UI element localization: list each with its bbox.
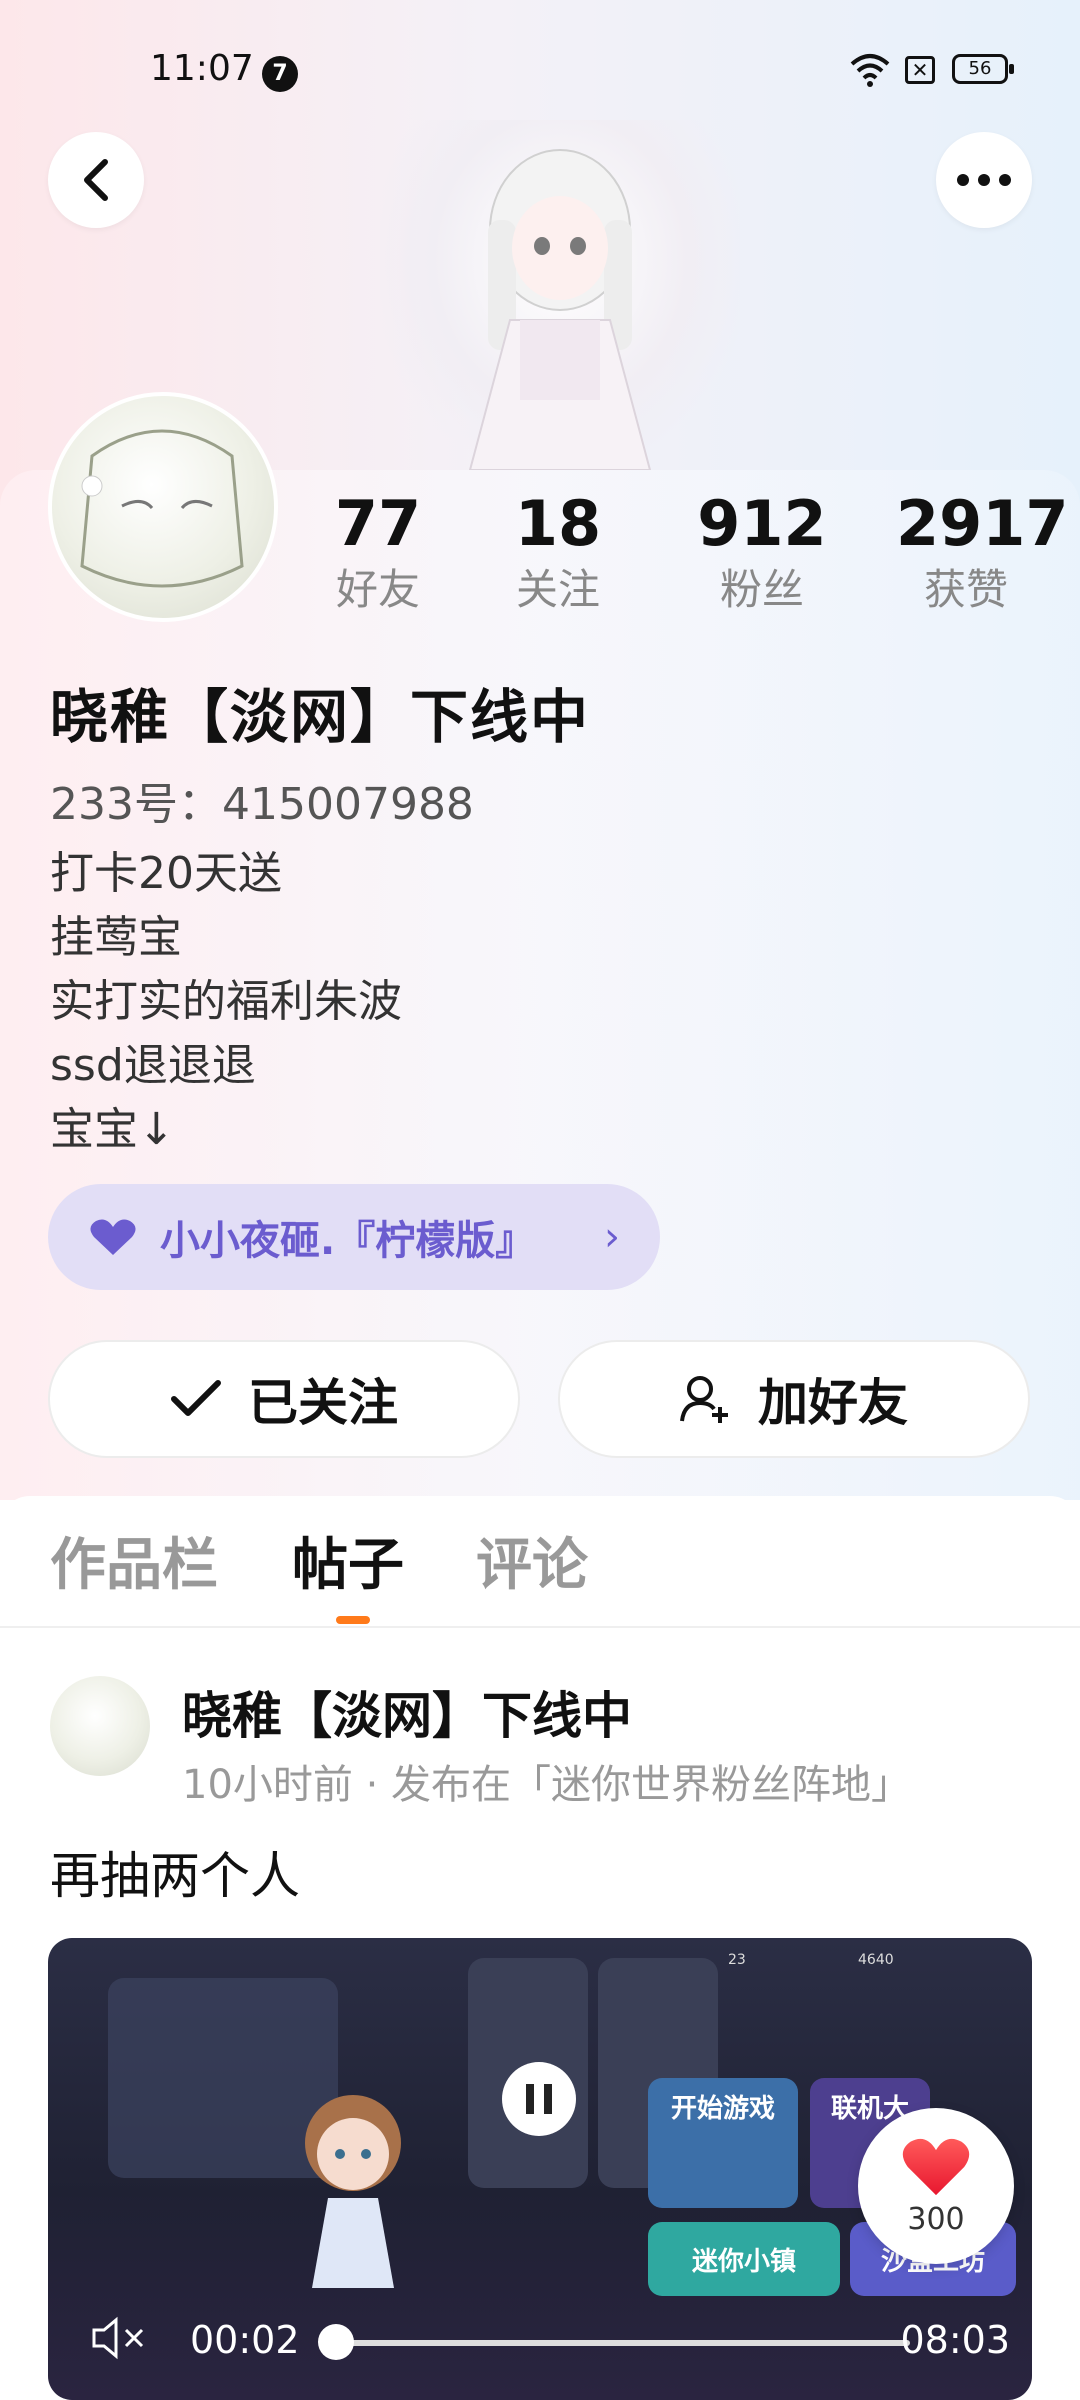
back-button[interactable]	[48, 132, 144, 228]
stat-label: 获赞	[923, 565, 1008, 614]
mini-town-button[interactable]: 迷你小镇	[648, 2222, 840, 2296]
active-tab-indicator	[336, 1616, 370, 1624]
post-meta: 10小时前 · 发布在「迷你世界粉丝阵地」	[182, 1762, 912, 1808]
battery-icon: 56	[952, 54, 1014, 84]
followed-button[interactable]: 已关注	[48, 1340, 520, 1458]
more-button[interactable]	[936, 132, 1032, 228]
start-game-button[interactable]: 开始游戏	[648, 2078, 798, 2208]
tab-comments[interactable]: 评论	[476, 1520, 588, 1601]
check-icon	[171, 1380, 221, 1416]
game-character-illustration	[305, 2095, 401, 2288]
mute-icon[interactable]	[90, 2316, 150, 2360]
tab-works[interactable]: 作品栏	[50, 1520, 218, 1601]
stat-following[interactable]: 18 关注	[488, 488, 628, 618]
add-user-icon	[680, 1376, 728, 1423]
stat-value: 912	[697, 487, 827, 560]
notification-count-badge: 7	[262, 56, 298, 92]
bio-line: 实打实的福利朱波	[50, 976, 402, 1027]
stat-value: 2917	[896, 487, 1069, 560]
stat-value: 18	[514, 487, 602, 560]
pause-icon	[521, 2084, 557, 2114]
post-text: 再抽两个人	[50, 1847, 300, 1905]
hud-currency-1: 23	[728, 1952, 746, 1968]
stat-label: 关注	[515, 565, 600, 614]
post-author-avatar[interactable]	[50, 1676, 150, 1776]
chevron-left-icon	[84, 159, 108, 201]
heart-icon	[902, 2138, 970, 2195]
stat-fans[interactable]: 912 粉丝	[692, 488, 832, 618]
fan-group-name: 小小夜砸.『柠檬版』	[160, 1218, 536, 1264]
avatar-character-image	[380, 120, 740, 471]
character-figure-illustration	[468, 149, 652, 471]
status-time: 11:07	[150, 48, 254, 89]
heart-icon	[90, 1219, 136, 1255]
add-friend-button[interactable]: 加好友	[558, 1340, 1030, 1458]
profile-bio: 打卡20天送 挂莺宝 实打实的福利朱波 ssd退退退 宝宝↓	[50, 842, 402, 1162]
fan-group-link[interactable]: 小小夜砸.『柠檬版』 ›	[48, 1184, 660, 1290]
profile-name: 晓稚【淡网】下线中	[50, 683, 591, 751]
no-sim-icon: ✕	[905, 56, 935, 84]
status-bar: 11:07 7 ✕ 56	[0, 40, 1080, 102]
add-friend-button-label: 加好友	[758, 1374, 908, 1432]
wifi-icon	[850, 54, 890, 87]
like-count: 300	[907, 2201, 965, 2237]
bio-line: 挂莺宝	[50, 912, 182, 963]
bio-line: 打卡20天送	[50, 848, 282, 899]
start-game-label: 开始游戏	[670, 2094, 775, 2124]
stat-label: 好友	[335, 565, 420, 614]
stat-value: 77	[334, 487, 422, 560]
bio-line: 宝宝↓	[50, 1104, 175, 1155]
video-total-time: 08:03	[900, 2318, 1010, 2362]
avatar-illustration	[80, 429, 244, 588]
chevron-right-icon: ›	[604, 1214, 620, 1260]
tab-posts[interactable]: 帖子	[292, 1520, 404, 1601]
stat-label: 粉丝	[719, 565, 804, 614]
more-horizontal-icon	[957, 174, 1011, 186]
followed-button-label: 已关注	[248, 1374, 398, 1432]
video-progress-track[interactable]	[334, 2340, 910, 2346]
stat-likes[interactable]: 2917 获赞	[896, 487, 1069, 618]
mini-town-label: 迷你小镇	[691, 2246, 796, 2277]
video-current-time: 00:02	[190, 2318, 300, 2362]
hud-currency-2: 4640	[858, 1952, 894, 1968]
tab-divider	[0, 1626, 1080, 1628]
like-button[interactable]: 300	[858, 2108, 1014, 2264]
profile-avatar[interactable]	[48, 392, 278, 622]
video-progress-knob[interactable]	[318, 2324, 355, 2360]
post-author-name[interactable]: 晓稚【淡网】下线中	[182, 1676, 632, 1748]
bio-line: ssd退退退	[50, 1040, 256, 1091]
pause-button[interactable]	[502, 2062, 576, 2136]
stat-friends[interactable]: 77 好友	[308, 488, 448, 618]
profile-uid: 233号：415007988	[50, 779, 474, 830]
